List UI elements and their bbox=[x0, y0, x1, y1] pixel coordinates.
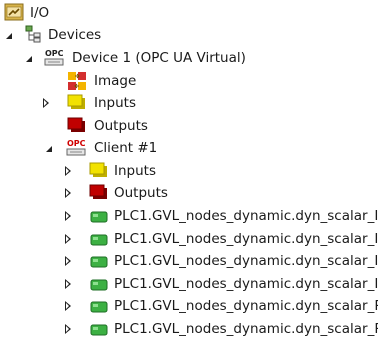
tree-label-image: Image bbox=[94, 73, 137, 89]
tree-label-node: PLC1.GVL_nodes_dynamic.dyn_scalar_I2 bbox=[114, 231, 378, 247]
green-variable-icon bbox=[88, 273, 110, 295]
expand-toggle[interactable] bbox=[62, 182, 74, 204]
tree-label-client-inputs: Inputs bbox=[114, 163, 156, 179]
tree-item-outputs[interactable]: Outputs bbox=[0, 115, 378, 137]
io-tree: I/O Devices OPC Device 1 (OPC UA Virtual… bbox=[0, 0, 378, 340]
devices-tree-icon bbox=[24, 24, 46, 46]
io-folder-icon bbox=[4, 2, 26, 24]
green-variable-icon bbox=[88, 295, 110, 317]
tree-item-client-outputs[interactable]: Outputs bbox=[0, 182, 378, 204]
tree-item-inputs[interactable]: Inputs bbox=[0, 92, 378, 114]
svg-text:OPC: OPC bbox=[67, 139, 86, 148]
tree-item-node[interactable]: PLC1.GVL_nodes_dynamic.dyn_scalar_I2 bbox=[0, 228, 378, 250]
tree-item-node[interactable]: PLC1.GVL_nodes_dynamic.dyn_scalar_R8 bbox=[0, 318, 378, 340]
tree-label-node: PLC1.GVL_nodes_dynamic.dyn_scalar_I4 bbox=[114, 253, 378, 269]
image-icon bbox=[66, 70, 88, 92]
tree-label-client-1: Client #1 bbox=[94, 140, 158, 156]
tree-item-devices[interactable]: Devices bbox=[0, 24, 378, 46]
expand-toggle[interactable] bbox=[62, 295, 74, 317]
green-variable-icon bbox=[88, 318, 110, 340]
tree-label-node: PLC1.GVL_nodes_dynamic.dyn_scalar_I8 bbox=[114, 276, 378, 292]
tree-label-io: I/O bbox=[30, 5, 50, 21]
expand-toggle[interactable] bbox=[24, 47, 36, 69]
expand-toggle[interactable] bbox=[62, 273, 74, 295]
green-variable-icon bbox=[88, 205, 110, 227]
tree-label-node: PLC1.GVL_nodes_dynamic.dyn_scalar_I1 bbox=[114, 208, 378, 224]
tree-item-node[interactable]: PLC1.GVL_nodes_dynamic.dyn_scalar_I8 bbox=[0, 273, 378, 295]
opc-device-icon: OPC bbox=[44, 47, 66, 69]
inputs-yellow-icon bbox=[88, 160, 110, 182]
tree-item-node[interactable]: PLC1.GVL_nodes_dynamic.dyn_scalar_I4 bbox=[0, 250, 378, 272]
inputs-yellow-icon bbox=[66, 92, 88, 114]
tree-label-client-outputs: Outputs bbox=[114, 185, 168, 201]
expand-toggle[interactable] bbox=[4, 24, 16, 46]
expand-toggle[interactable] bbox=[62, 318, 74, 340]
tree-item-node[interactable]: PLC1.GVL_nodes_dynamic.dyn_scalar_I1 bbox=[0, 205, 378, 227]
tree-item-client-inputs[interactable]: Inputs bbox=[0, 160, 378, 182]
tree-item-image[interactable]: Image bbox=[0, 70, 378, 92]
outputs-red-icon bbox=[66, 115, 88, 137]
expand-toggle[interactable] bbox=[44, 137, 56, 159]
svg-text:OPC: OPC bbox=[45, 49, 64, 58]
opc-client-icon: OPC bbox=[66, 137, 88, 159]
tree-item-device-1[interactable]: OPC Device 1 (OPC UA Virtual) bbox=[0, 47, 378, 69]
tree-item-client-1[interactable]: OPC Client #1 bbox=[0, 137, 378, 159]
green-variable-icon bbox=[88, 250, 110, 272]
tree-label-device-1: Device 1 (OPC UA Virtual) bbox=[72, 50, 246, 66]
tree-label-devices: Devices bbox=[48, 27, 102, 43]
tree-item-io[interactable]: I/O bbox=[0, 2, 378, 24]
tree-label-node: PLC1.GVL_nodes_dynamic.dyn_scalar_R8 bbox=[114, 321, 378, 337]
tree-label-inputs: Inputs bbox=[94, 95, 136, 111]
tree-label-node: PLC1.GVL_nodes_dynamic.dyn_scalar_R4 bbox=[114, 298, 378, 314]
expand-toggle[interactable] bbox=[62, 250, 74, 272]
expand-toggle[interactable] bbox=[62, 228, 74, 250]
expand-toggle[interactable] bbox=[62, 160, 74, 182]
expand-toggle[interactable] bbox=[62, 205, 74, 227]
tree-item-node[interactable]: PLC1.GVL_nodes_dynamic.dyn_scalar_R4 bbox=[0, 295, 378, 317]
green-variable-icon bbox=[88, 228, 110, 250]
tree-label-outputs: Outputs bbox=[94, 118, 148, 134]
expand-toggle[interactable] bbox=[40, 92, 52, 114]
outputs-red-icon bbox=[88, 182, 110, 204]
